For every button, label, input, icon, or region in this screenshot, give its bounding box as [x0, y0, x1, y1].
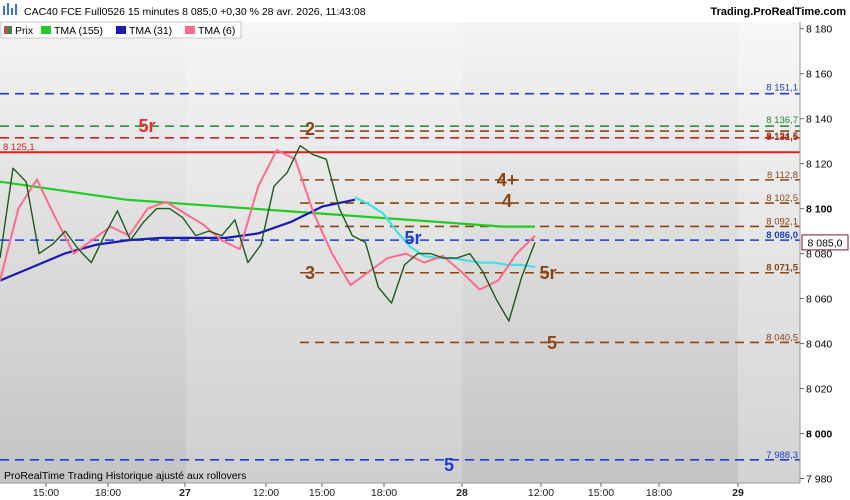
- wave-label: 5r: [138, 116, 155, 136]
- level-label: 8 136,7: [766, 115, 798, 126]
- x-tick-label: 15:00: [309, 487, 335, 499]
- x-tick-label: 18:00: [646, 487, 672, 499]
- y-tick-label: 8 120: [806, 159, 832, 171]
- legend-label: Prix: [15, 25, 34, 37]
- x-tick-label: 12:00: [528, 487, 554, 499]
- y-tick-label: 8 060: [806, 294, 832, 306]
- wave-label: 4+: [497, 170, 518, 190]
- level-label: 8 040,5: [766, 332, 798, 343]
- x-tick-label: 28: [456, 487, 468, 499]
- wave-label: 5r: [404, 228, 421, 248]
- level-label: 7 988,3: [766, 450, 798, 461]
- candle-icon: [4, 26, 8, 34]
- level-label: 8 102,5: [766, 193, 798, 204]
- y-tick-label: 8 040: [806, 339, 832, 351]
- y-tick-label: 8 160: [806, 69, 832, 81]
- x-tick-label: 12:00: [253, 487, 279, 499]
- header: CAC40 FCE Full0526 15 minutes 8 085,0 +0…: [3, 3, 846, 18]
- logo-icon: [3, 3, 17, 15]
- y-tick-label: 8 140: [806, 114, 832, 126]
- wave-label: 5r: [539, 263, 556, 283]
- y-tick-label: 8 000: [806, 429, 832, 441]
- current-price-tag: 8 085,0: [801, 234, 849, 251]
- y-tick-label: 8 020: [806, 384, 832, 396]
- y-tick-label: 8 180: [806, 24, 832, 36]
- level-label: 8 125,1: [3, 142, 35, 153]
- x-tick-label: 15:00: [588, 487, 614, 499]
- level-label: 8 134,5: [766, 131, 798, 142]
- brand-label: Trading.ProRealTime.com: [710, 6, 846, 18]
- wave-label: 4: [502, 191, 512, 211]
- level-label: 8 112,8: [767, 170, 798, 181]
- wave-label: 5: [444, 455, 454, 475]
- wave-label: 3: [305, 263, 315, 283]
- chart-title: CAC40 FCE Full0526 15 minutes 8 085,0 +0…: [24, 6, 366, 18]
- color-swatch-icon: [116, 26, 126, 34]
- x-axis: [0, 483, 850, 500]
- y-tick-label: 8 100: [806, 204, 832, 216]
- legend-label: TMA (31): [129, 25, 172, 37]
- level-label: 8 151,1: [766, 83, 798, 94]
- legend: Prix TMA (155) TMA (31) TMA (6): [0, 21, 242, 39]
- level-label: 8 086,0: [766, 230, 798, 241]
- x-tick-label: 29: [732, 487, 744, 499]
- y-tick-label: 8 080: [806, 249, 832, 261]
- current-price-label: 8 085,0: [807, 237, 842, 249]
- level-label: 8 071,5: [766, 263, 798, 274]
- price-chart[interactable]: CAC40 FCE Full0526 15 minutes 8 085,0 +0…: [0, 0, 850, 500]
- color-swatch-icon: [185, 26, 195, 34]
- x-tick-label: 18:00: [371, 487, 397, 499]
- wave-label: 2: [305, 119, 315, 139]
- footer-note: ProRealTime Trading Historique ajusté au…: [4, 470, 246, 482]
- wave-label: 5: [547, 333, 557, 353]
- x-tick-label: 18:00: [95, 487, 121, 499]
- legend-label: TMA (6): [198, 25, 235, 37]
- candle-icon: [8, 26, 12, 34]
- level-label: 8 092,1: [766, 216, 798, 227]
- color-swatch-icon: [41, 26, 51, 34]
- legend-label: TMA (155): [54, 25, 103, 37]
- x-tick-label: 15:00: [33, 487, 59, 499]
- x-tick-label: 27: [179, 487, 191, 499]
